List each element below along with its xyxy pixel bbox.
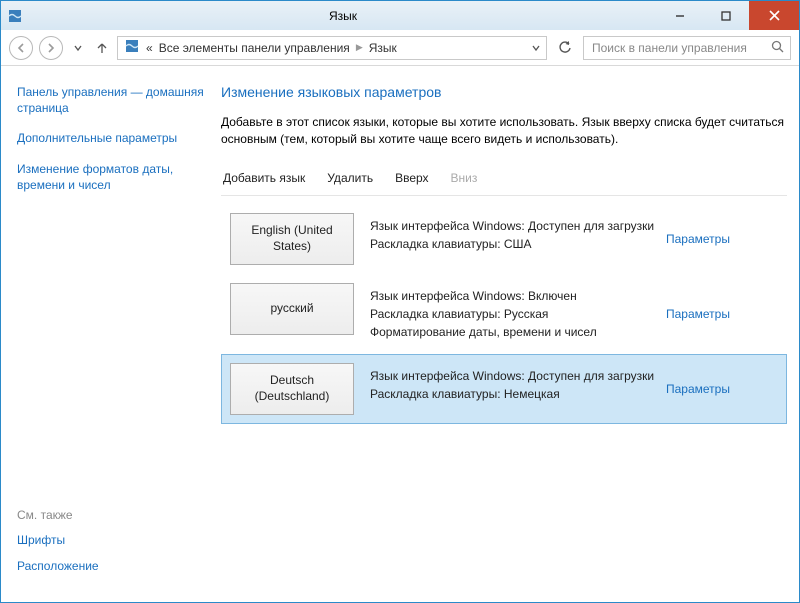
toolbar-add[interactable]: Добавить язык [223,171,305,185]
language-info-line: Форматирование даты, времени и чисел [370,323,658,341]
titlebar: Язык [1,0,799,30]
search-input[interactable] [590,40,771,56]
window-title: Язык [29,1,657,30]
language-info-line: Раскладка клавиатуры: США [370,235,658,253]
minimize-button[interactable] [657,1,703,30]
language-options-cell: Параметры [666,275,786,353]
maximize-button[interactable] [703,1,749,30]
sidebar: Панель управления — домашняя страница До… [1,66,221,602]
navbar: « Все элементы панели управления ▶ Язык [1,30,799,66]
address-dropdown-icon[interactable] [532,41,540,55]
language-options-link[interactable]: Параметры [666,307,730,321]
close-button[interactable] [749,1,799,30]
sidebar-link-home[interactable]: Панель управления — домашняя страница [17,84,205,116]
page-heading: Изменение языковых параметров [221,84,787,100]
page-description: Добавьте в этот список языки, которые вы… [221,114,787,149]
forward-button[interactable] [39,36,63,60]
language-info: Язык интерфейса Windows: ВключенРаскладк… [362,275,666,353]
window-buttons [657,1,799,30]
language-info-line: Язык интерфейса Windows: Включен [370,287,658,305]
search-box[interactable] [583,36,791,60]
see-also-location[interactable]: Расположение [17,558,205,574]
language-row[interactable]: русскийЯзык интерфейса Windows: ВключенР… [221,274,787,354]
sidebar-link-advanced[interactable]: Дополнительные параметры [17,130,205,146]
toolbar-down[interactable]: Вниз [451,171,478,185]
language-info: Язык интерфейса Windows: Доступен для за… [362,205,666,273]
crumb-prefix: « [146,41,153,55]
language-name-cell: русский [222,275,362,353]
language-options-cell: Параметры [666,355,786,423]
address-bar[interactable]: « Все элементы панели управления ▶ Язык [117,36,547,60]
language-options-cell: Параметры [666,205,786,273]
window: Язык « Все элементы панели управления ▶ … [0,0,800,603]
language-list: English (United States)Язык интерфейса W… [221,204,787,424]
crumb-language[interactable]: Язык [369,41,397,55]
sidebar-link-formats[interactable]: Изменение форматов даты, времени и чисел [17,161,205,193]
search-icon[interactable] [771,40,784,56]
crumb-all-items[interactable]: Все элементы панели управления [159,41,350,55]
up-button[interactable] [93,39,111,57]
language-row[interactable]: Deutsch (Deutschland) Язык интерфейса Win… [221,354,787,424]
toolbar: Добавить язык Удалить Вверх Вниз [221,165,787,196]
main-content: Изменение языковых параметров Добавьте в… [221,66,799,602]
language-name-cell: English (United States) [222,205,362,273]
language-info-line: Раскладка клавиатуры: Немецкая [370,385,658,403]
body: Панель управления — домашняя страница До… [1,66,799,602]
language-name-button[interactable]: русский [230,283,354,335]
language-options-link[interactable]: Параметры [666,382,730,396]
language-info-line: Язык интерфейса Windows: Доступен для за… [370,217,658,235]
app-icon [1,1,29,30]
language-name-button[interactable]: English (United States) [230,213,354,265]
see-also-fonts[interactable]: Шрифты [17,532,205,548]
toolbar-remove[interactable]: Удалить [327,171,373,185]
language-info-line: Язык интерфейса Windows: Доступен для за… [370,367,658,385]
language-name-button[interactable]: Deutsch (Deutschland) [230,363,354,415]
see-also-label: См. также [17,508,205,522]
language-info: Язык интерфейса Windows: Доступен для за… [362,355,666,423]
language-row[interactable]: English (United States) Язык интерфейса W… [221,204,787,274]
address-icon [124,38,140,57]
language-info-line: Раскладка клавиатуры: Русская [370,305,658,323]
language-options-link[interactable]: Параметры [666,232,730,246]
back-button[interactable] [9,36,33,60]
language-name-cell: Deutsch (Deutschland) [222,355,362,423]
chevron-right-icon: ▶ [356,42,363,53]
refresh-button[interactable] [553,36,577,60]
toolbar-up[interactable]: Вверх [395,171,428,185]
history-dropdown[interactable] [69,39,87,57]
